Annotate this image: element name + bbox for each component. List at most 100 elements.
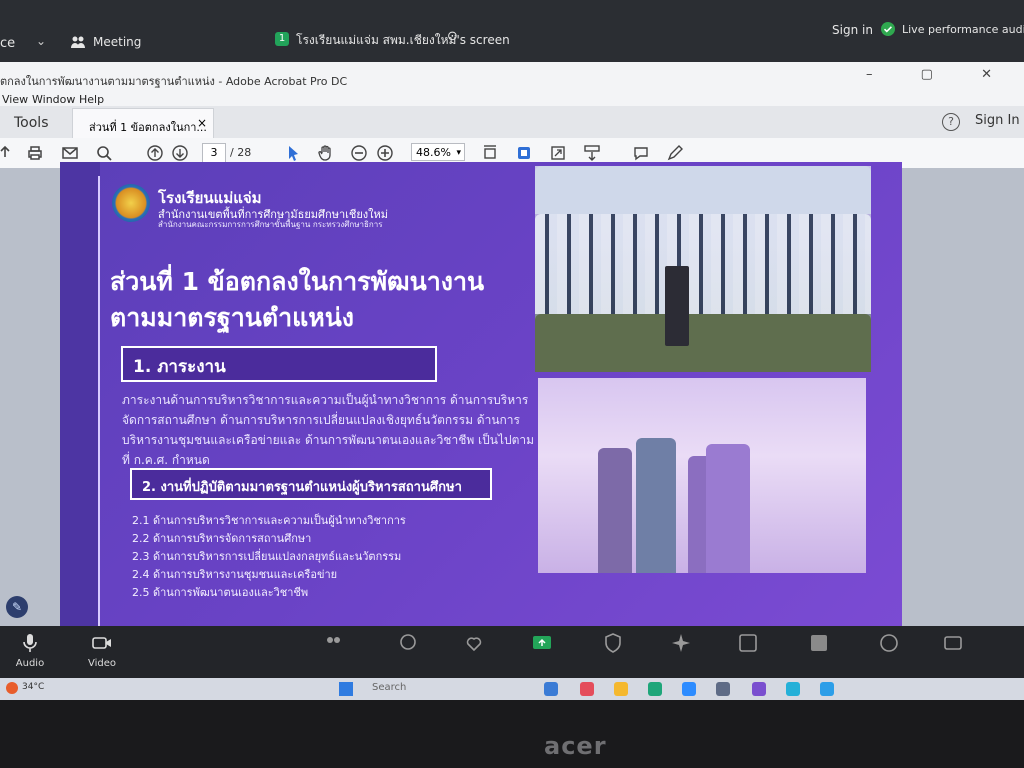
host-tools-button[interactable] (598, 632, 628, 658)
meeting-icon (70, 34, 86, 50)
meeting-label[interactable]: Meeting (93, 35, 141, 49)
windows-start-icon[interactable] (339, 682, 353, 696)
slide-headline: ส่วนที่ 1 ข้อตกลงในการพัฒนางาน (110, 267, 485, 296)
taskbar-app-icon[interactable] (752, 682, 766, 696)
microphone-icon (19, 632, 41, 654)
react-button[interactable] (459, 632, 489, 658)
chat-button[interactable] (393, 632, 423, 658)
camera-icon (91, 632, 113, 654)
slide-headline-line2: ตามมาตรฐานตำแหน่ง (110, 303, 355, 332)
menu-view[interactable]: View (2, 93, 28, 106)
full-screen-icon[interactable] (549, 144, 567, 162)
audio-label: Audio (15, 658, 45, 669)
tools-tab[interactable]: Tools (14, 115, 49, 131)
taskbar-search[interactable]: Search (372, 682, 406, 693)
fit-page-icon[interactable] (481, 144, 499, 162)
school-logo (112, 184, 150, 222)
zoom-level-select[interactable]: 48.6% ▾ (411, 143, 465, 161)
shield-icon (602, 632, 624, 654)
acrobat-sign-in[interactable]: Sign In (975, 113, 1020, 128)
office-subtitle: สำนักงานคณะกรรมการการศึกษาขั้นพื้นฐาน กร… (158, 220, 383, 229)
taskbar-app-icon[interactable] (716, 682, 730, 696)
ai-companion-button[interactable] (666, 632, 696, 658)
heart-icon (463, 632, 485, 654)
zoom-in-icon[interactable] (376, 144, 394, 162)
apps-button[interactable] (733, 632, 763, 658)
more-options-icon[interactable]: ⊙ (447, 29, 458, 44)
duty-item: 2.5 ด้านการพัฒนาตนเองและวิชาชีพ (132, 586, 309, 599)
share-screen-icon (531, 632, 553, 654)
duty-item: 2.1 ด้านการบริหารวิชาการและความเป็นผู้นำ… (132, 514, 406, 527)
monitor-screen: ce ⌄ Meeting 1 โรงเรียนแม่แจ่ม สพม.เชียง… (0, 0, 1024, 700)
hand-tool-icon[interactable] (317, 144, 335, 162)
select-cursor-icon[interactable] (284, 144, 302, 162)
page-total: / 28 (230, 146, 252, 159)
tab-bar: Tools ส่วนที่ 1 ข้อตกลงในกา... × ? Sign … (0, 106, 1024, 139)
weather-icon[interactable] (6, 682, 18, 694)
taskbar-app-icon[interactable] (820, 682, 834, 696)
monitor-bezel (0, 700, 1024, 768)
taskbar-app-icon[interactable] (614, 682, 628, 696)
menu-bar: View Window Help (0, 90, 1024, 106)
menu-window[interactable]: Window (32, 93, 75, 106)
search-icon[interactable] (95, 144, 113, 162)
security-check-icon (881, 21, 895, 36)
menu-help[interactable]: Help (79, 93, 104, 106)
duties-list: 2.1 ด้านการบริหารวิชาการและความเป็นผู้นำ… (132, 512, 406, 602)
more-button[interactable] (938, 632, 968, 658)
notes-icon (878, 632, 900, 654)
email-icon[interactable] (61, 144, 79, 162)
ceremony-photo (535, 166, 871, 372)
print-icon[interactable] (26, 144, 44, 162)
screen-share-title: โรงเรียนแม่แจ่ม สพม.เชียงใหม่'s screen (296, 33, 510, 47)
next-page-icon[interactable] (171, 144, 189, 162)
zoom-level-value: 48.6% (416, 146, 451, 159)
participants-icon (322, 632, 344, 654)
apps-icon (737, 632, 759, 654)
audio-button[interactable]: Audio (14, 632, 46, 669)
taskbar-app-icon[interactable] (648, 682, 662, 696)
section2-title: 2. งานที่ปฏิบัติตามมาตรฐานตำแหน่งผู้บริห… (142, 480, 462, 495)
weather-text[interactable]: 34°C (22, 682, 44, 692)
section1-box: 1. ภาระงาน (121, 346, 437, 382)
upload-icon[interactable] (0, 144, 14, 162)
view-mode-label[interactable]: ce (0, 36, 15, 51)
acrobat-title-bar: ตกลงในการพัฒนางานตามมาตรฐานตำแหน่ง - Ado… (0, 62, 1024, 90)
participants-button[interactable] (318, 632, 348, 658)
download-tray-icon[interactable] (583, 144, 601, 162)
close-tab-icon[interactable]: × (197, 116, 207, 130)
video-button[interactable]: Video (86, 632, 118, 669)
prev-page-icon[interactable] (146, 144, 164, 162)
sparkle-icon (670, 632, 692, 654)
document-tab[interactable]: ส่วนที่ 1 ข้อตกลงในกา... × (72, 108, 214, 139)
edit-pencil-icon[interactable]: ✎ (6, 596, 28, 618)
chevron-down-icon[interactable]: ⌄ (36, 34, 46, 48)
slide-divider-line (98, 176, 100, 626)
performance-audio-status[interactable]: Live performance audio: on (902, 23, 1024, 36)
scroll-mode-icon[interactable] (515, 144, 533, 162)
taskbar-app-icon[interactable] (682, 682, 696, 696)
page-number-input[interactable]: 3 (202, 143, 226, 163)
duty-item: 2.3 ด้านการบริหารการเปลี่ยนแปลงกลยุทธ์แล… (132, 550, 402, 563)
windows-taskbar: 34°C Search (0, 678, 1024, 700)
taskbar-app-icon[interactable] (544, 682, 558, 696)
whiteboard-icon (808, 632, 830, 654)
comment-icon[interactable] (632, 144, 650, 162)
zoom-out-icon[interactable] (350, 144, 368, 162)
window-controls[interactable]: – ▢ ✕ (866, 67, 1014, 82)
help-icon[interactable]: ? (942, 113, 960, 131)
duty-item: 2.4 ด้านการบริหารงานชุมชนและเครือข่าย (132, 568, 338, 581)
whiteboards-button[interactable] (804, 632, 834, 658)
taskbar-app-icon[interactable] (786, 682, 800, 696)
slide-left-stripe (60, 162, 100, 628)
zoom-top-bar: ce ⌄ Meeting 1 โรงเรียนแม่แจ่ม สพม.เชียง… (0, 0, 1024, 62)
share-screen-button[interactable] (527, 632, 557, 658)
taskbar-app-icon[interactable] (580, 682, 594, 696)
pen-icon[interactable] (666, 144, 684, 162)
more-icon (942, 632, 964, 654)
section1-title: 1. ภาระงาน (133, 357, 226, 377)
video-label: Video (87, 658, 117, 669)
sign-in-link[interactable]: Sign in (832, 23, 873, 37)
notes-button[interactable] (874, 632, 904, 658)
document-tab-label: ส่วนที่ 1 ข้อตกลงในกา... (89, 121, 207, 134)
